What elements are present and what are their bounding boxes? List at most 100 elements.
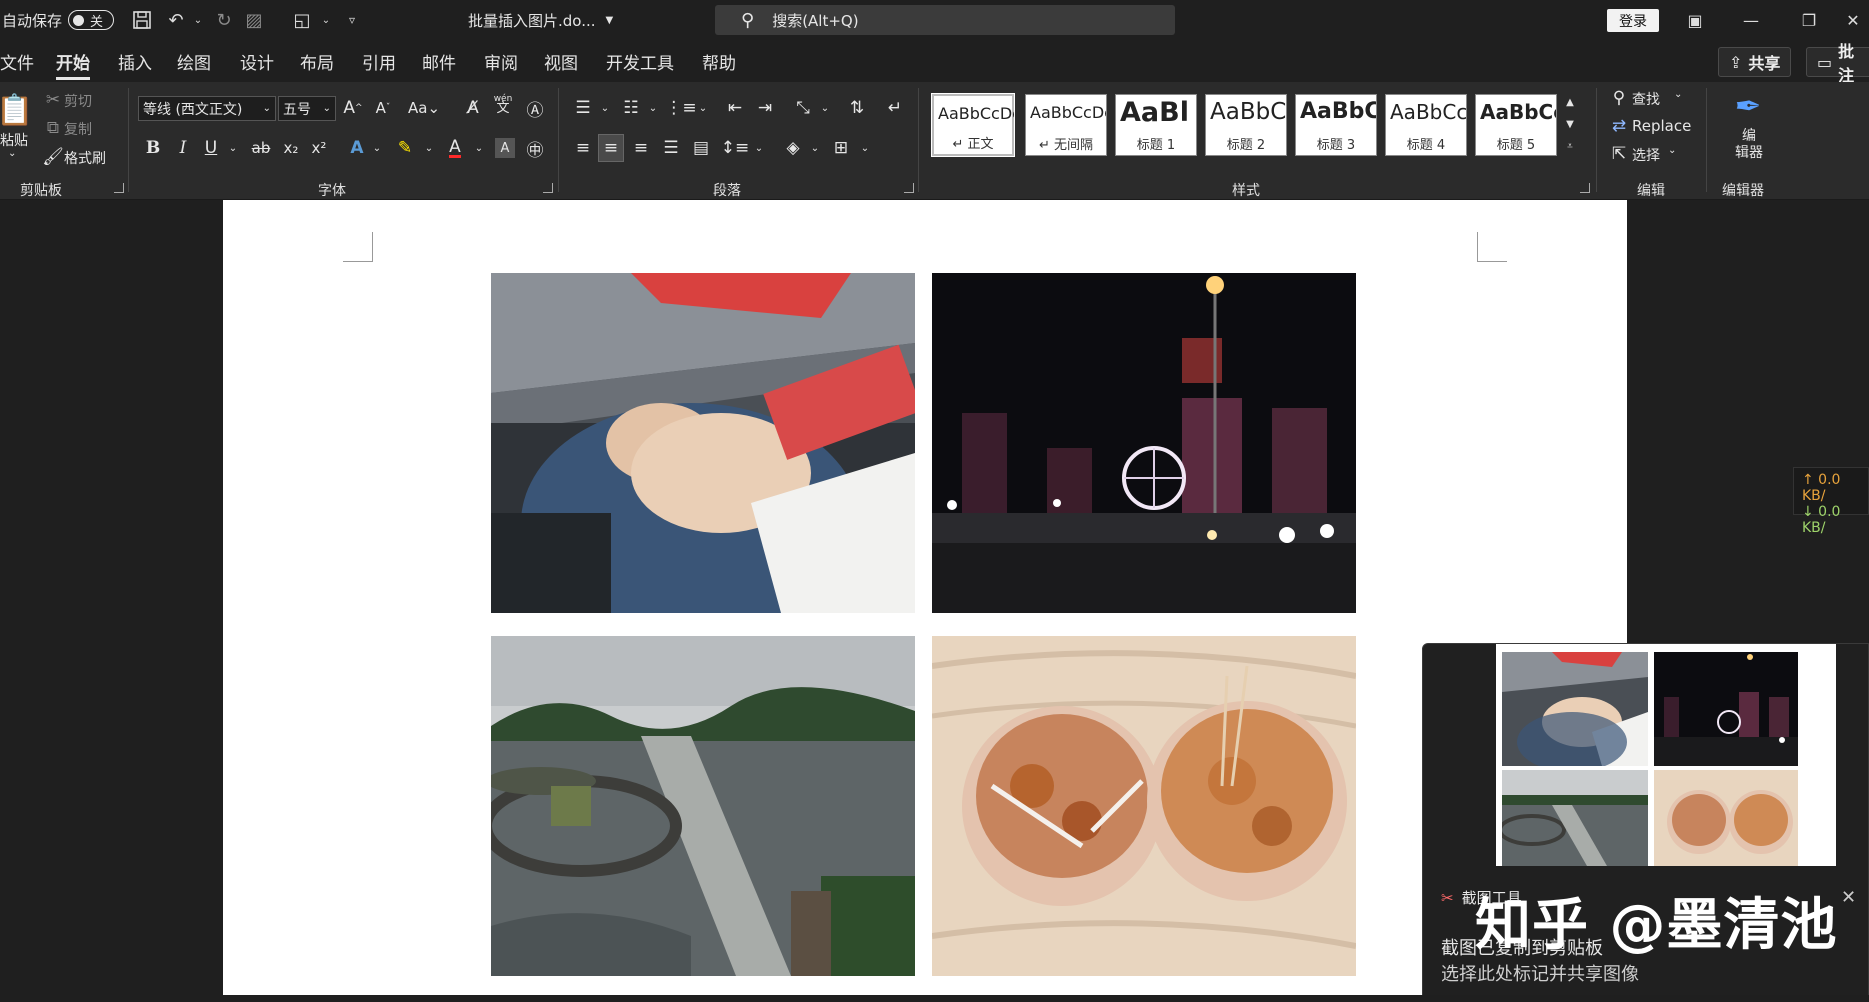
align-left-icon[interactable]: ≡: [570, 136, 596, 160]
character-shading-icon[interactable]: A: [495, 138, 515, 158]
paragraph-launcher-icon[interactable]: [904, 183, 914, 193]
styles-launcher-icon[interactable]: [1580, 183, 1590, 193]
snip-thumbnail[interactable]: [1496, 644, 1836, 866]
paste-dropdown-icon[interactable]: ⌄: [8, 148, 16, 159]
select-icon[interactable]: ⇱: [1606, 142, 1632, 166]
styles-more-icon[interactable]: ⩡: [1562, 134, 1578, 158]
tab-view[interactable]: 视图: [544, 48, 578, 74]
style-heading-4[interactable]: AaBbCc 标题 4: [1385, 94, 1467, 156]
format-painter-icon[interactable]: 🖌: [40, 145, 66, 169]
justify-icon[interactable]: ☰: [658, 136, 684, 160]
underline-dropdown-icon[interactable]: ⌄: [220, 136, 246, 160]
increase-indent-icon[interactable]: ⇥: [752, 96, 778, 120]
photo-lake[interactable]: [491, 636, 915, 976]
multilevel-dropdown-icon[interactable]: ⌄: [690, 96, 716, 120]
shading-dropdown-icon[interactable]: ⌄: [802, 136, 828, 160]
ribbon-display-icon[interactable]: ▣: [1672, 0, 1718, 40]
share-button[interactable]: ⇪ 共享: [1718, 47, 1792, 77]
font-color-dropdown-icon[interactable]: ⌄: [466, 136, 492, 160]
redo-icon[interactable]: ↻: [212, 8, 236, 32]
tab-draw[interactable]: 绘图: [177, 48, 211, 74]
photo-food[interactable]: [932, 636, 1356, 976]
tab-references[interactable]: 引用: [362, 48, 396, 74]
line-spacing-icon[interactable]: ↕≡: [721, 136, 750, 160]
style-normal[interactable]: AaBbCcDc ↵ 正文: [931, 93, 1015, 157]
grow-font-icon[interactable]: A ^: [340, 96, 366, 120]
styles-scroll-up-icon[interactable]: ▲: [1562, 90, 1578, 114]
tab-file[interactable]: 文件: [0, 48, 34, 74]
undo-icon[interactable]: ↶: [164, 8, 188, 32]
tab-home[interactable]: 开始: [56, 48, 90, 80]
select-dropdown-icon[interactable]: ⌄: [1668, 145, 1676, 156]
style-heading-1[interactable]: AaBl 标题 1: [1115, 94, 1197, 156]
highlight-dropdown-icon[interactable]: ⌄: [416, 136, 442, 160]
decrease-indent-icon[interactable]: ⇤: [722, 96, 748, 120]
copy-icon[interactable]: ⧉: [40, 116, 66, 140]
strikethrough-icon[interactable]: ab: [248, 136, 274, 160]
subscript-icon[interactable]: x₂: [278, 136, 304, 160]
change-case-icon[interactable]: Aa⌄: [406, 96, 442, 120]
style-heading-2[interactable]: AaBbC 标题 2: [1205, 94, 1287, 156]
close-icon[interactable]: ✕: [1841, 887, 1856, 908]
paste-label[interactable]: 粘贴: [0, 130, 28, 150]
find-icon[interactable]: ⚲: [1606, 86, 1632, 110]
tab-developer[interactable]: 开发工具: [606, 48, 674, 74]
phonetic-guide-icon[interactable]: wén 文: [490, 92, 516, 116]
shapes-dropdown-icon[interactable]: ⌄: [314, 8, 338, 32]
editor-pen-icon[interactable]: ✒: [1728, 86, 1768, 126]
borders-dropdown-icon[interactable]: ⌄: [852, 136, 878, 160]
style-heading-5[interactable]: AaBbCc 标题 5: [1475, 94, 1557, 156]
tab-insert[interactable]: 插入: [118, 48, 152, 74]
select-label[interactable]: 选择: [1632, 145, 1660, 165]
comment-button[interactable]: ▭ 批注: [1806, 42, 1869, 85]
customize-qat-icon[interactable]: ▿: [340, 8, 364, 32]
align-center-icon[interactable]: ≡: [598, 134, 624, 162]
bold-icon[interactable]: B: [140, 136, 166, 160]
enclose-characters-icon[interactable]: ㊥: [522, 136, 548, 161]
tab-review[interactable]: 审阅: [484, 48, 518, 74]
tab-help[interactable]: 帮助: [702, 48, 736, 74]
font-name-combo[interactable]: 等线 (西文正文) ⌄: [138, 96, 276, 121]
highlight-icon[interactable]: ✎: [392, 136, 418, 160]
save-icon[interactable]: [130, 8, 154, 32]
asian-layout-dropdown-icon[interactable]: ⌄: [812, 96, 838, 120]
tab-design[interactable]: 设计: [240, 48, 274, 74]
tab-layout[interactable]: 布局: [300, 48, 334, 74]
numbering-dropdown-icon[interactable]: ⌄: [640, 96, 666, 120]
image-icon[interactable]: ▨: [242, 8, 266, 32]
undo-dropdown-icon[interactable]: ⌄: [186, 8, 210, 32]
document-title[interactable]: 批量插入图片.do... ▼: [468, 0, 613, 40]
login-button[interactable]: 登录: [1607, 9, 1659, 32]
font-color-icon[interactable]: A: [442, 136, 468, 160]
bullets-dropdown-icon[interactable]: ⌄: [592, 96, 618, 120]
align-right-icon[interactable]: ≡: [628, 136, 654, 160]
copy-label[interactable]: 复制: [64, 119, 92, 139]
distributed-icon[interactable]: ▤: [688, 136, 714, 160]
style-no-spacing[interactable]: AaBbCcDc ↵ 无间隔: [1025, 94, 1107, 156]
character-border-icon[interactable]: Ⓐ: [522, 96, 548, 121]
paste-icon[interactable]: 📋: [0, 90, 34, 130]
styles-scroll-down-icon[interactable]: ▼: [1562, 112, 1578, 136]
shrink-font-icon[interactable]: Aˇ: [370, 96, 396, 120]
minimize-icon[interactable]: —: [1728, 0, 1774, 40]
sort-icon[interactable]: ⇅: [844, 96, 870, 120]
superscript-icon[interactable]: x²: [306, 136, 332, 160]
document-page[interactable]: [223, 200, 1627, 995]
clear-formatting-icon[interactable]: A̸: [460, 96, 486, 120]
shapes-icon[interactable]: ◱: [290, 8, 314, 32]
text-effects-dropdown-icon[interactable]: ⌄: [364, 136, 390, 160]
search-input[interactable]: ⚲ 搜索(Alt+Q): [715, 5, 1175, 35]
editor-button-label[interactable]: 编 辑器: [1733, 128, 1765, 162]
italic-icon[interactable]: I: [170, 136, 196, 160]
replace-label[interactable]: Replace: [1632, 117, 1691, 135]
replace-icon[interactable]: ⇄: [1606, 114, 1632, 138]
autosave-toggle[interactable]: 关: [68, 0, 114, 40]
find-label[interactable]: 查找: [1632, 89, 1660, 109]
restore-icon[interactable]: ❐: [1786, 0, 1832, 40]
clipboard-launcher-icon[interactable]: [114, 183, 124, 193]
close-icon[interactable]: ✕: [1830, 0, 1869, 40]
photo-hand[interactable]: [491, 273, 915, 613]
show-marks-icon[interactable]: ↵: [882, 96, 908, 120]
format-painter-label[interactable]: 格式刷: [64, 148, 106, 168]
cut-label[interactable]: 剪切: [64, 91, 92, 111]
